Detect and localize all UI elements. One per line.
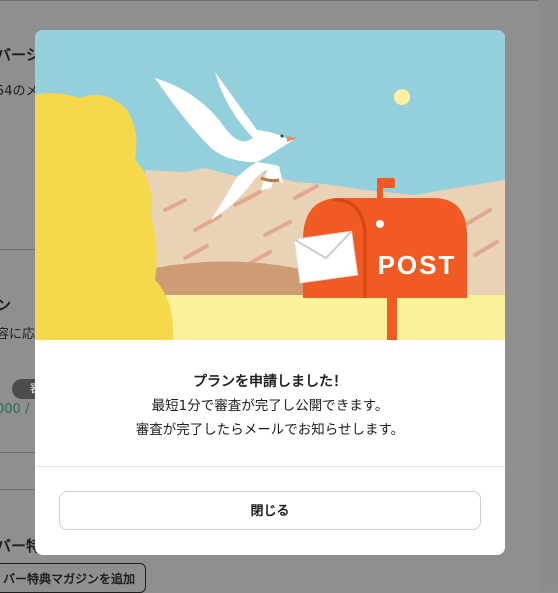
divider [0,0,538,1]
sun-icon [394,89,410,105]
section-subtext: 容に応 [0,327,36,342]
plan-submitted-dialog: POST プランを申請しました！ 最短1分で審査が完了し公開できます。 審査が完… [35,30,505,555]
section-subtext: 54のメ [0,84,39,99]
hero-illustration: POST [35,30,505,340]
dialog-divider [35,466,505,467]
mailbox-label: POST [378,250,457,280]
dialog-title: プランを申請しました！ [193,374,347,390]
price-text: 000 / [0,402,30,417]
dialog-message: プランを申請しました！ 最短1分で審査が完了し公開できます。 審査が完了したらメ… [35,370,505,442]
dialog-line-2: 審査が完了したらメールでお知らせします。 [135,422,405,438]
add-magazine-button[interactable]: バー特典マガジンを追加 [0,563,146,593]
divider [0,489,40,490]
dialog-line-1: 最短1分で審査が完了し公開できます。 [151,398,389,414]
section-heading: ン [0,296,12,314]
close-button[interactable]: 閉じる [59,491,481,530]
mailbox-dove-illustration: POST [35,30,505,340]
divider [0,249,40,250]
scrollbar-track [538,0,558,591]
divider [0,452,40,453]
